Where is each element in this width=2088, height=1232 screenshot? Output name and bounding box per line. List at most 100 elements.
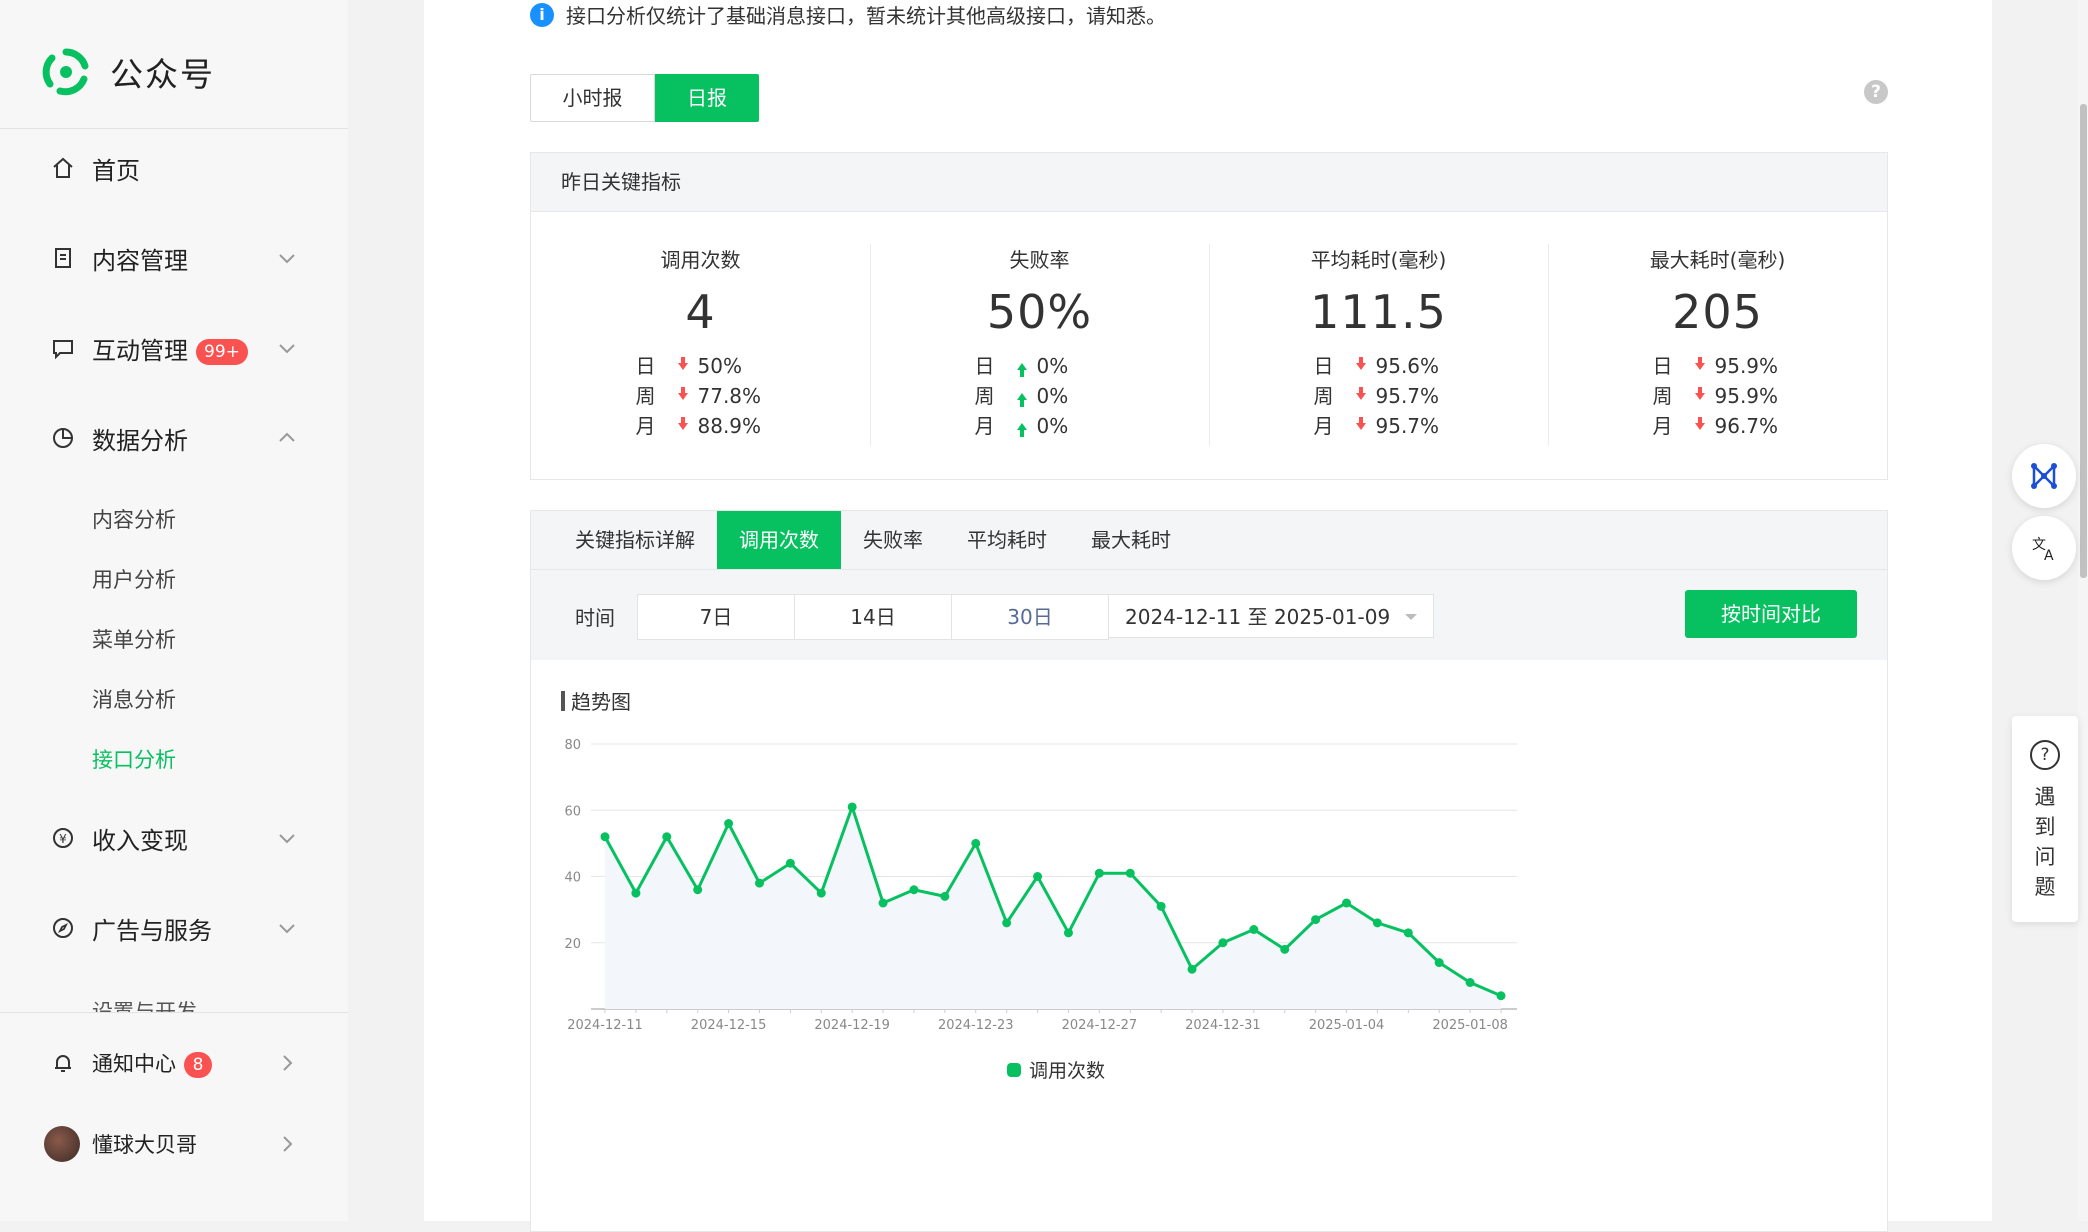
sidebar-subitem-content-analysis[interactable]: 内容分析 <box>92 504 176 534</box>
x-tick-label: 2025-01-08 <box>1432 1018 1508 1033</box>
arrow-down-icon <box>1352 386 1370 400</box>
data-point <box>1094 868 1104 878</box>
sidebar-item-text: 通知中心 <box>92 1052 176 1076</box>
sidebar-item-settings-partial[interactable]: 设置与开发 <box>92 998 197 1012</box>
metric-label: 失败率 <box>1009 248 1070 272</box>
comparison-period: 日 <box>635 354 656 378</box>
range-14d-button[interactable]: 14日 <box>794 594 952 640</box>
data-point <box>1372 918 1382 928</box>
sidebar-item-notifications[interactable]: 通知中心 8 <box>0 1033 348 1093</box>
sidebar-subitem-menu-analysis[interactable]: 菜单分析 <box>92 624 176 654</box>
daily-report-button[interactable]: 日报 <box>655 74 759 122</box>
x-tick-label: 2025-01-04 <box>1309 1018 1385 1033</box>
detail-panel: 关键指标详解 调用次数 失败率 平均耗时 最大耗时 时间 7日 14日 30日 … <box>530 510 1888 1232</box>
y-tick-label: 80 <box>564 738 581 753</box>
tab-avg-latency[interactable]: 平均耗时 <box>945 511 1069 569</box>
time-label: 时间 <box>575 606 615 630</box>
sidebar-subitem-api-analysis[interactable]: 接口分析 <box>92 744 176 774</box>
comparison-row: 周 77.8% <box>636 381 766 411</box>
help-widget[interactable]: ? 遇到问题 <box>2012 716 2078 922</box>
notification-badge: 8 <box>184 1052 212 1078</box>
arrow-shape <box>677 386 688 400</box>
data-point <box>1033 872 1043 881</box>
sidebar-item-label: 内容管理 <box>92 246 188 275</box>
comparison-row: 日 0% <box>975 351 1105 381</box>
x-tick-label: 2024-12-15 <box>691 1018 767 1033</box>
comparison-value: 0% <box>1036 354 1069 378</box>
data-point <box>1249 925 1259 934</box>
help-char: 题 <box>2034 875 2056 899</box>
sidebar-item-analytics[interactable]: 数据分析 <box>0 408 348 468</box>
data-point <box>878 898 888 908</box>
unread-badge: 99+ <box>196 338 248 365</box>
comparison-value: 88.9% <box>697 414 762 438</box>
legend-label: 调用次数 <box>1029 1060 1105 1082</box>
data-point <box>1280 944 1290 954</box>
data-point <box>662 832 672 842</box>
arrow-shape <box>1694 356 1705 370</box>
help-char: 遇 <box>2034 785 2056 809</box>
sidebar-item-label: 互动管理 99+ <box>92 331 248 366</box>
translate-icon: 文 A <box>2032 537 2054 563</box>
data-point <box>1342 898 1352 908</box>
tab-key-metrics-detail[interactable]: 关键指标详解 <box>553 511 717 569</box>
sidebar-subitem-message-analysis[interactable]: 消息分析 <box>92 684 176 714</box>
metrics-row: 调用次数 4 日 50% 周 77.8% 月 88.9% 失败率 50% 日 0% 周 0% 月 0% 平均耗时… <box>531 212 1887 456</box>
graph-tool-button[interactable] <box>2012 444 2076 508</box>
arrow-shape <box>1016 422 1027 437</box>
range-7d-button[interactable]: 7日 <box>637 594 795 640</box>
chevron-down-icon <box>279 344 295 354</box>
data-point <box>909 885 919 895</box>
yen-icon: ¥ <box>50 825 76 851</box>
comparison-row: 周 95.7% <box>1314 381 1444 411</box>
caret-down-icon <box>1405 614 1417 620</box>
arrow-shape <box>1355 386 1366 400</box>
divider <box>0 128 348 129</box>
range-buttons: 7日 14日 30日 <box>637 594 1109 640</box>
tab-failure-rate[interactable]: 失败率 <box>841 511 945 569</box>
data-point <box>1311 915 1321 925</box>
sidebar-item-ads[interactable]: 广告与服务 <box>0 898 348 958</box>
comparison-row: 月 96.7% <box>1653 411 1783 441</box>
sidebar-item-account[interactable]: 懂球大贝哥 <box>0 1114 348 1174</box>
data-point <box>1434 958 1444 968</box>
data-point <box>724 819 734 828</box>
arrow-down-icon <box>674 356 692 370</box>
comparison-period: 日 <box>974 354 995 378</box>
metric-comparison: 日 95.9% 周 95.9% 月 96.7% <box>1653 351 1783 441</box>
data-point <box>816 888 826 898</box>
hourly-report-button[interactable]: 小时报 <box>530 74 655 122</box>
data-point <box>1187 964 1197 974</box>
data-point <box>1218 938 1228 948</box>
notice-text: 接口分析仅统计了基础消息接口，暂未统计其他高级接口，请知悉。 <box>566 4 1166 28</box>
data-point <box>754 878 764 888</box>
data-point <box>1156 901 1166 911</box>
arrow-shape <box>1016 362 1027 377</box>
sidebar-item-home[interactable]: 首页 <box>0 138 348 198</box>
metric-label: 平均耗时(毫秒) <box>1310 248 1447 272</box>
comparison-period: 月 <box>974 414 995 438</box>
comparison-period: 周 <box>1313 384 1334 408</box>
comparison-row: 日 95.9% <box>1653 351 1783 381</box>
sidebar-subitem-user-analysis[interactable]: 用户分析 <box>92 564 176 594</box>
app-logo[interactable]: 公众号 <box>40 46 215 98</box>
help-icon[interactable]: ? <box>1864 80 1888 104</box>
comparison-period: 日 <box>1313 354 1334 378</box>
arrow-up-icon <box>1013 422 1031 437</box>
data-point <box>1496 991 1506 1001</box>
sidebar-item-content[interactable]: 内容管理 <box>0 228 348 288</box>
arrow-down-icon <box>1691 386 1709 400</box>
translate-button[interactable]: 文 A <box>2012 516 2076 580</box>
tab-call-count[interactable]: 调用次数 <box>717 511 841 569</box>
range-30d-button[interactable]: 30日 <box>951 594 1109 640</box>
scrollbar-thumb[interactable] <box>2080 104 2087 578</box>
comparison-period: 月 <box>635 414 656 438</box>
arrow-up-icon <box>1013 362 1031 377</box>
sidebar-item-monetization[interactable]: ¥ 收入变现 <box>0 808 348 868</box>
sidebar-item-interaction[interactable]: 互动管理 99+ <box>0 318 348 378</box>
compare-by-time-button[interactable]: 按时间对比 <box>1685 590 1857 638</box>
date-range-picker[interactable]: 2024-12-11 至 2025-01-09 <box>1108 594 1434 638</box>
chevron-down-icon <box>279 254 295 264</box>
tab-max-latency[interactable]: 最大耗时 <box>1069 511 1193 569</box>
panel-title: 昨日关键指标 <box>531 153 1887 212</box>
